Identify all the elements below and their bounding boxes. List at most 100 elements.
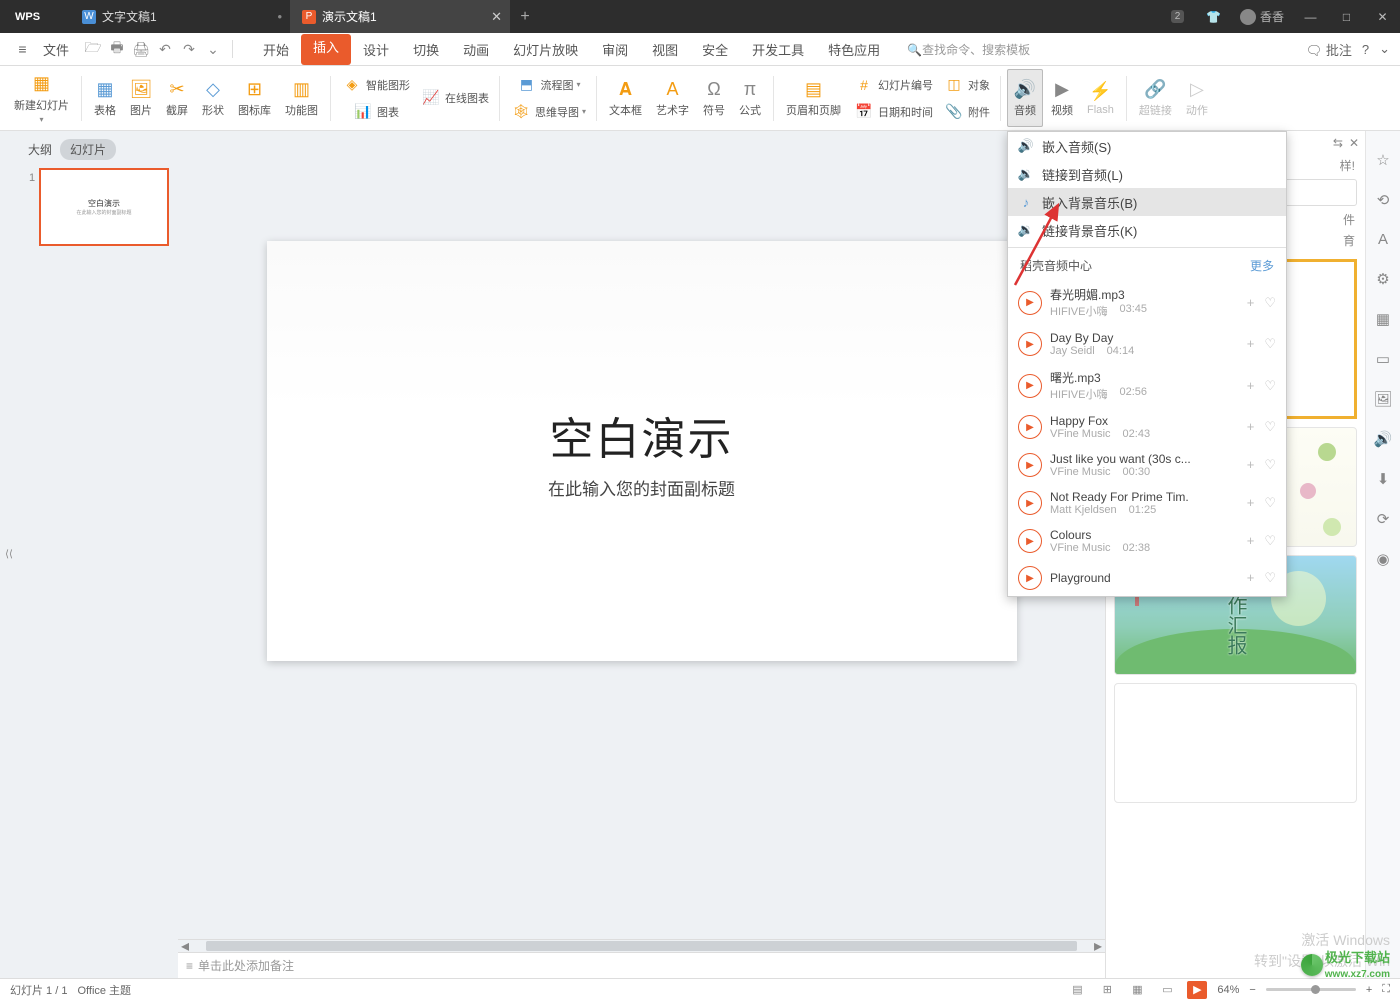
maximize-button[interactable]: □ bbox=[1329, 0, 1364, 33]
audio-track-item[interactable]: ▶ Playground +♡ bbox=[1008, 560, 1286, 596]
ribbon-tab[interactable]: 插入 bbox=[301, 34, 351, 65]
close-icon[interactable]: ✕ bbox=[491, 9, 502, 25]
ribbon-tab[interactable]: 特色应用 bbox=[816, 34, 892, 65]
help-button[interactable]: ? bbox=[1362, 42, 1369, 57]
mindmap-button[interactable]: 🕸思维导图▾ bbox=[506, 99, 590, 125]
ribbon-tab[interactable]: 开发工具 bbox=[740, 34, 816, 65]
ribbon-tab[interactable]: 幻灯片放映 bbox=[501, 34, 590, 65]
smartart-button[interactable]: ◈智能图形 bbox=[337, 72, 414, 98]
screenshot-button[interactable]: ✂截屏 bbox=[160, 69, 194, 127]
zoom-slider[interactable] bbox=[1266, 988, 1356, 991]
audio-track-item[interactable]: ▶ Day By DayJay Seidl04:14 +♡ bbox=[1008, 325, 1286, 363]
slide-title[interactable]: 空白演示 bbox=[550, 403, 734, 467]
onlinechart-button[interactable]: 📈在线图表 bbox=[416, 85, 493, 111]
play-icon[interactable]: ▶ bbox=[1018, 332, 1042, 356]
template-card[interactable] bbox=[1114, 683, 1357, 803]
skin-icon[interactable]: 👕 bbox=[1196, 0, 1231, 33]
picture-button[interactable]: 🖼图片 bbox=[124, 69, 158, 127]
ribbon-tab[interactable]: 动画 bbox=[451, 34, 501, 65]
badge-icon[interactable]: 2 bbox=[1160, 0, 1195, 33]
side-tool-icon[interactable]: 🖼 bbox=[1373, 390, 1392, 408]
audio-menu-item[interactable]: 🔉链接到音频(L) bbox=[1008, 160, 1286, 188]
qat-button[interactable]: 🖶 bbox=[106, 38, 128, 60]
document-tab-presentation[interactable]: P 演示文稿1 ✕ bbox=[290, 0, 510, 33]
notes-view-icon[interactable]: ▤ bbox=[1067, 981, 1087, 999]
fit-to-window-button[interactable]: ⛶ bbox=[1382, 983, 1390, 996]
add-icon[interactable]: + bbox=[1247, 295, 1255, 311]
slide-subtitle[interactable]: 在此输入您的封面副标题 bbox=[548, 475, 735, 500]
pane-pin-icon[interactable]: ⇆ bbox=[1333, 136, 1343, 150]
chart-button[interactable]: 📊图表 bbox=[337, 99, 414, 125]
outline-collapse-icon[interactable]: ⟨⟨ bbox=[0, 131, 18, 978]
qat-button[interactable]: ↷ bbox=[178, 38, 200, 60]
notes-area[interactable]: ≡ 单击此处添加备注 bbox=[178, 952, 1105, 978]
user-avatar[interactable]: 香香 bbox=[1232, 0, 1292, 33]
heart-icon[interactable]: ♡ bbox=[1264, 533, 1276, 549]
add-icon[interactable]: + bbox=[1247, 533, 1255, 549]
zoom-out-button[interactable]: − bbox=[1249, 984, 1255, 996]
ribbon-tab[interactable]: 安全 bbox=[690, 34, 740, 65]
normal-view-icon[interactable]: ⊞ bbox=[1097, 981, 1117, 999]
zoom-in-button[interactable]: + bbox=[1366, 984, 1372, 996]
audio-track-item[interactable]: ▶ 曙光.mp3HIFIVE小嗨02:56 +♡ bbox=[1008, 363, 1286, 408]
audio-menu-item[interactable]: 🔊嵌入音频(S) bbox=[1008, 132, 1286, 160]
add-icon[interactable]: + bbox=[1247, 495, 1255, 511]
flowchart-button[interactable]: ⬒流程图▾ bbox=[506, 72, 590, 98]
qat-button[interactable]: ↶ bbox=[154, 38, 176, 60]
ribbon-tab[interactable]: 设计 bbox=[351, 34, 401, 65]
pane-close-icon[interactable]: ✕ bbox=[1349, 136, 1359, 150]
side-tool-icon[interactable]: ⬇ bbox=[1377, 470, 1390, 488]
sorter-view-icon[interactable]: ▦ bbox=[1127, 981, 1147, 999]
add-icon[interactable]: + bbox=[1247, 419, 1255, 435]
side-tool-icon[interactable]: ▦ bbox=[1376, 310, 1390, 328]
play-icon[interactable]: ▶ bbox=[1018, 529, 1042, 553]
canvas-scroll[interactable]: 空白演示 在此输入您的封面副标题 bbox=[178, 131, 1105, 939]
play-icon[interactable]: ▶ bbox=[1018, 566, 1042, 590]
symbol-button[interactable]: Ω符号 bbox=[697, 69, 731, 127]
add-icon[interactable]: + bbox=[1247, 457, 1255, 473]
minimize-button[interactable]: — bbox=[1293, 0, 1328, 33]
heart-icon[interactable]: ♡ bbox=[1264, 570, 1276, 586]
play-icon[interactable]: ▶ bbox=[1018, 415, 1042, 439]
iconlib-button[interactable]: ⊞图标库 bbox=[232, 69, 277, 127]
ribbon-tab[interactable]: 切换 bbox=[401, 34, 451, 65]
video-button[interactable]: ▶视频 bbox=[1045, 69, 1079, 127]
heart-icon[interactable]: ♡ bbox=[1264, 378, 1276, 394]
slidenumber-button[interactable]: #幻灯片编号 bbox=[849, 72, 937, 98]
qat-button[interactable]: 🖨 bbox=[130, 38, 152, 60]
textbox-button[interactable]: 𝐀文本框 bbox=[603, 69, 648, 127]
heart-icon[interactable]: ♡ bbox=[1264, 419, 1276, 435]
side-tool-icon[interactable]: ⚙ bbox=[1376, 270, 1389, 288]
ribbon-tab[interactable]: 视图 bbox=[640, 34, 690, 65]
heart-icon[interactable]: ♡ bbox=[1264, 336, 1276, 352]
headerfooter-button[interactable]: ▤页眉和页脚 bbox=[780, 69, 847, 127]
qat-button[interactable]: 🗁 bbox=[82, 38, 104, 60]
side-tool-icon[interactable]: ⟲ bbox=[1377, 191, 1390, 209]
audio-track-item[interactable]: ▶ Just like you want (30s c...VFine Musi… bbox=[1008, 446, 1286, 484]
search-box[interactable]: 🔍查找命令、搜索模板 bbox=[907, 41, 1030, 58]
play-icon[interactable]: ▶ bbox=[1018, 453, 1042, 477]
new-tab-button[interactable]: + bbox=[510, 0, 540, 33]
side-tool-icon[interactable]: 🔊 bbox=[1374, 430, 1393, 448]
reading-view-icon[interactable]: ▭ bbox=[1157, 981, 1177, 999]
add-icon[interactable]: + bbox=[1247, 336, 1255, 352]
heart-icon[interactable]: ♡ bbox=[1264, 295, 1276, 311]
side-tool-icon[interactable]: ☆ bbox=[1376, 151, 1389, 169]
slide[interactable]: 空白演示 在此输入您的封面副标题 bbox=[267, 241, 1017, 661]
heart-icon[interactable]: ♡ bbox=[1264, 457, 1276, 473]
slide-thumbnail[interactable]: 1 空白演示 在此输入您的封面副标题 bbox=[39, 168, 169, 246]
funcpic-button[interactable]: ▥功能图 bbox=[279, 69, 324, 127]
slideshow-button[interactable]: ▶ bbox=[1187, 981, 1207, 999]
document-tab-word[interactable]: W 文字文稿1 • bbox=[70, 0, 290, 33]
menu-caret-icon[interactable]: ⌄ bbox=[1379, 41, 1390, 57]
audio-track-item[interactable]: ▶ ColoursVFine Music02:38 +♡ bbox=[1008, 522, 1286, 560]
menu-icon[interactable]: ≡ bbox=[10, 41, 35, 57]
equation-button[interactable]: π公式 bbox=[733, 69, 767, 127]
add-icon[interactable]: + bbox=[1247, 570, 1255, 586]
audio-track-item[interactable]: ▶ Not Ready For Prime Tim.Matt Kjeldsen0… bbox=[1008, 484, 1286, 522]
horizontal-scrollbar[interactable]: ◂ ▸ bbox=[178, 939, 1105, 952]
tab-outline[interactable]: 大纲 bbox=[28, 141, 52, 158]
shape-button[interactable]: ◇形状 bbox=[196, 69, 230, 127]
ribbon-tab[interactable]: 开始 bbox=[251, 34, 301, 65]
ribbon-tab[interactable]: 审阅 bbox=[590, 34, 640, 65]
